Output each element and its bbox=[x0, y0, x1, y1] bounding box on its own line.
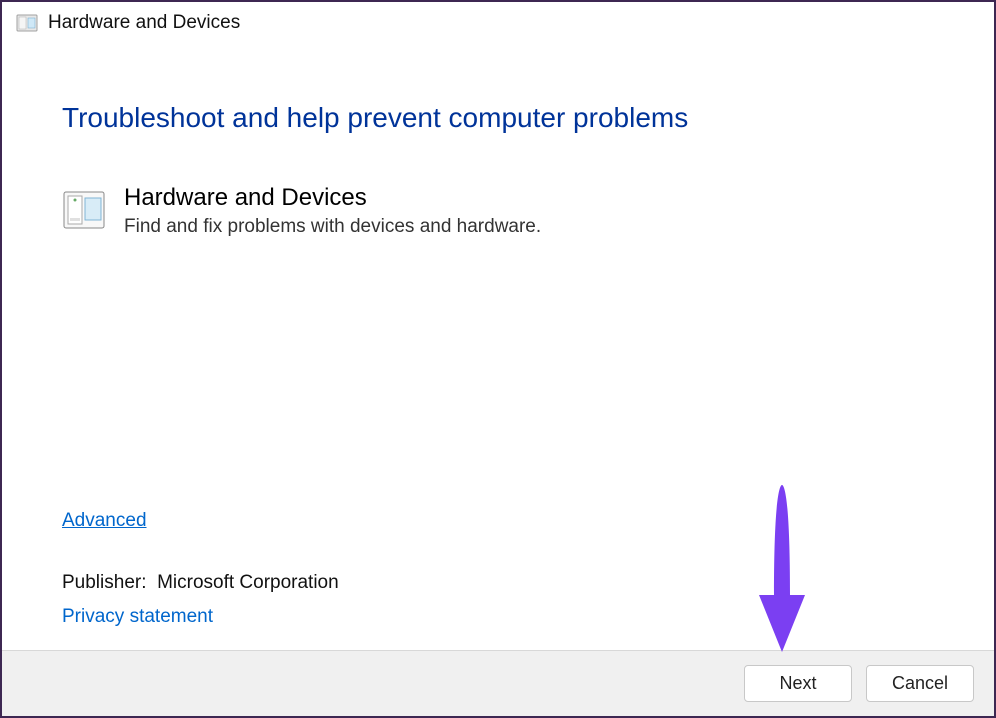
hardware-devices-icon bbox=[16, 12, 38, 34]
troubleshooter-window: Hardware and Devices Troubleshoot and he… bbox=[2, 2, 994, 716]
troubleshooter-title: Hardware and Devices bbox=[124, 184, 541, 212]
page-title: Troubleshoot and help prevent computer p… bbox=[62, 102, 934, 134]
troubleshooter-item: Hardware and Devices Find and fix proble… bbox=[62, 184, 934, 238]
cancel-button[interactable]: Cancel bbox=[866, 665, 974, 702]
publisher-row: Publisher: Microsoft Corporation bbox=[62, 572, 339, 594]
troubleshooter-text: Hardware and Devices Find and fix proble… bbox=[124, 184, 541, 238]
footer-button-bar: Next Cancel bbox=[2, 650, 994, 716]
privacy-statement-link[interactable]: Privacy statement bbox=[62, 606, 213, 628]
hardware-devices-large-icon bbox=[62, 188, 106, 232]
window-title: Hardware and Devices bbox=[48, 12, 240, 34]
publisher-label: Publisher: bbox=[62, 572, 147, 593]
bottom-links: Advanced Publisher: Microsoft Corporatio… bbox=[62, 510, 339, 628]
troubleshooter-description: Find and fix problems with devices and h… bbox=[124, 216, 541, 238]
content-area: Troubleshoot and help prevent computer p… bbox=[2, 42, 994, 650]
next-button[interactable]: Next bbox=[744, 665, 852, 702]
advanced-link[interactable]: Advanced bbox=[62, 510, 147, 532]
publisher-value: Microsoft Corporation bbox=[157, 572, 339, 593]
titlebar: Hardware and Devices bbox=[2, 2, 994, 42]
